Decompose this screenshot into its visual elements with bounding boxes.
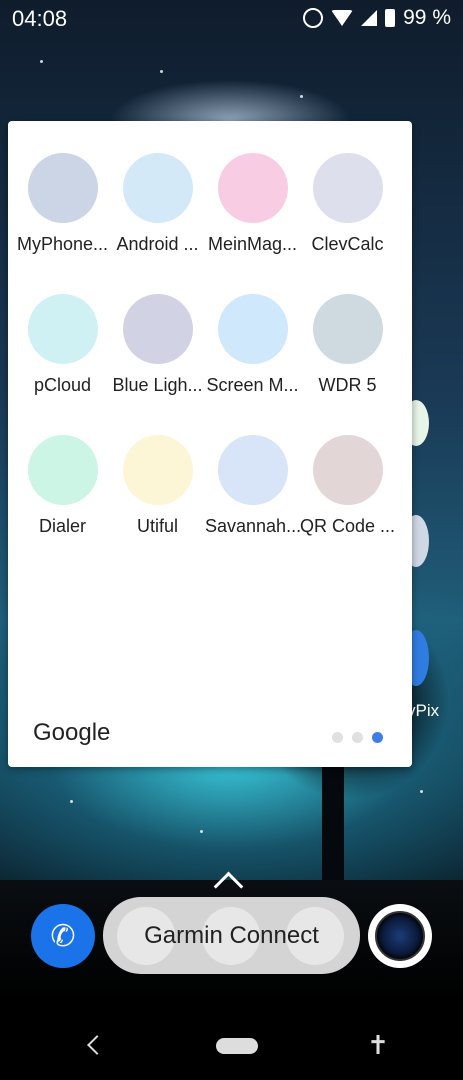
app-icon[interactable] — [312, 435, 383, 505]
app-label: Blue Ligh... — [112, 375, 203, 395]
accessibility-icon[interactable]: ✝ — [365, 1030, 391, 1060]
folder-app[interactable]: Dialer — [15, 435, 110, 537]
status-bar: 04:08 99 % — [0, 0, 463, 38]
back-icon[interactable] — [87, 1035, 107, 1055]
app-icon[interactable] — [27, 294, 98, 364]
app-label: Utiful — [136, 516, 178, 536]
folder-app[interactable]: Screen M... — [205, 294, 300, 396]
folder-app[interactable]: Android ... — [110, 153, 205, 255]
folder-app[interactable]: MyPhone... — [15, 153, 110, 255]
folder-app[interactable]: ClevCalc — [300, 153, 395, 255]
app-icon[interactable] — [217, 153, 288, 223]
page-dot — [332, 732, 343, 743]
app-label: WDR 5 — [318, 375, 377, 395]
page-dot — [352, 732, 363, 743]
page-indicator — [332, 732, 383, 743]
folder-name[interactable]: Google — [33, 719, 110, 747]
app-icon[interactable] — [312, 294, 383, 364]
folder-app[interactable]: Blue Ligh... — [110, 294, 205, 396]
search-bar[interactable]: Garmin Connect — [103, 897, 360, 974]
nav-bar: ✝ — [0, 1000, 463, 1080]
app-label: MeinMag... — [207, 234, 298, 254]
folder-app[interactable]: Savannah... — [205, 435, 300, 537]
signal-icon — [361, 10, 378, 26]
folder-app[interactable]: WDR 5 — [300, 294, 395, 396]
folder-app[interactable]: QR Code ... — [300, 435, 395, 537]
app-label: MyPhone... — [16, 234, 109, 254]
wifi-icon — [331, 10, 354, 26]
app-icon[interactable] — [217, 294, 288, 364]
battery-icon — [385, 9, 396, 27]
wallpaper-tree-trunk — [322, 760, 344, 890]
app-label: QR Code ... — [300, 516, 395, 536]
star — [70, 800, 73, 803]
app-label: Dialer — [38, 516, 86, 536]
folder-app[interactable]: Utiful — [110, 435, 205, 537]
app-label: Android ... — [116, 234, 199, 254]
folder-app[interactable]: MeinMag... — [205, 153, 300, 255]
app-icon[interactable] — [122, 435, 193, 505]
search-bar-text: Garmin Connect — [144, 922, 319, 949]
app-label: Screen M... — [206, 375, 299, 395]
folder-panel: MyPhone... Android ... MeinMag... ClevCalc p… — [8, 121, 412, 767]
home-icon[interactable] — [216, 1038, 258, 1054]
star — [300, 95, 303, 98]
app-icon[interactable] — [122, 294, 193, 364]
app-label: Savannah... — [205, 516, 300, 536]
camera-icon[interactable] — [368, 904, 432, 968]
app-icon[interactable] — [27, 153, 98, 223]
star — [40, 60, 43, 63]
app-icon[interactable] — [27, 435, 98, 505]
alarm-icon — [303, 8, 324, 28]
status-time: 04:08 — [12, 6, 68, 31]
phone-icon[interactable]: ✆ — [31, 904, 95, 968]
camera-lens — [375, 911, 425, 961]
star — [200, 830, 203, 833]
folder-app[interactable]: pCloud — [15, 294, 110, 396]
status-icons: 99 % — [303, 6, 451, 30]
star — [160, 70, 163, 73]
app-label: ClevCalc — [311, 234, 384, 254]
app-icon[interactable] — [122, 153, 193, 223]
app-icon[interactable] — [312, 153, 383, 223]
app-icon[interactable] — [217, 435, 288, 505]
page-dot-active — [372, 732, 383, 743]
star — [420, 790, 423, 793]
battery-percent: 99 % — [403, 6, 451, 29]
app-label: pCloud — [33, 375, 92, 395]
